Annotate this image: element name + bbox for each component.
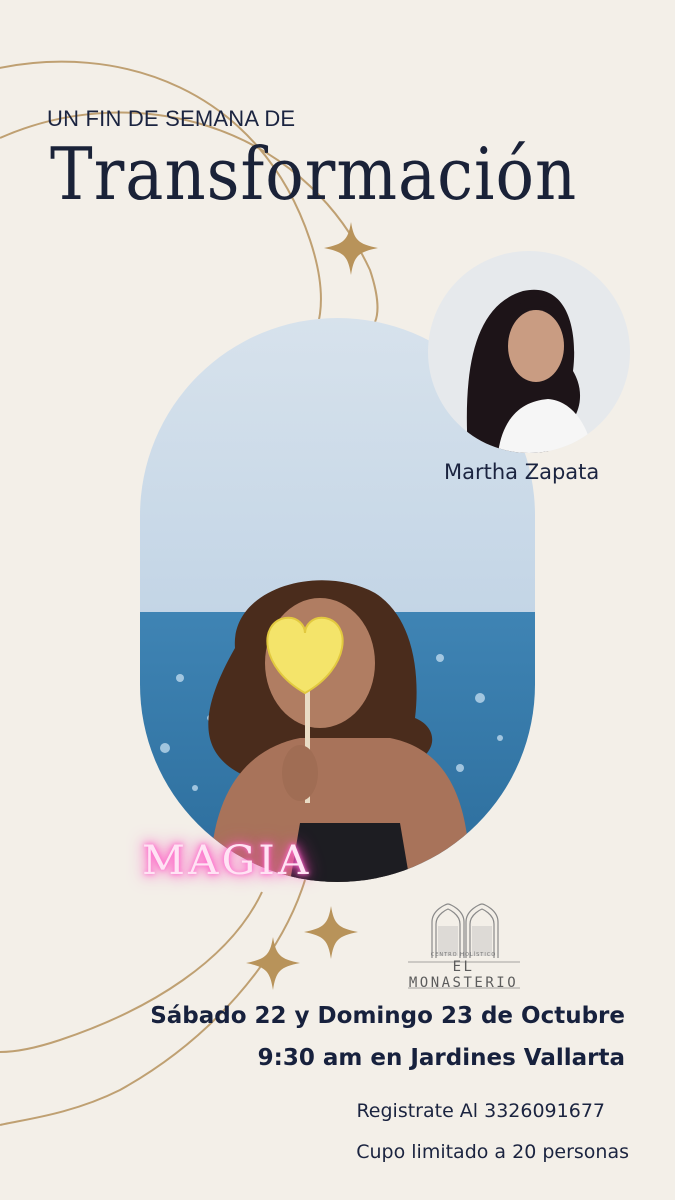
- host-name: Martha Zapata: [444, 460, 600, 484]
- event-title: Transformación: [50, 134, 578, 217]
- logo-tagline: CENTRO HOLÍSTICO: [430, 952, 497, 958]
- host-portrait-illustration: [428, 251, 630, 453]
- host-portrait: [428, 251, 630, 453]
- event-time-place: 9:30 am en Jardines Vallarta: [257, 1045, 625, 1071]
- capacity-info: Cupo limitado a 20 personas: [356, 1141, 629, 1163]
- neon-word: MAGIA: [141, 838, 312, 884]
- logo-name: EL MONASTERIO: [408, 959, 519, 991]
- event-dates: Sábado 22 y Domingo 23 de Octubre: [150, 1003, 625, 1029]
- event-subtitle: UN FIN DE SEMANA DE: [47, 106, 296, 131]
- registration-info: Registrate Al 3326091677: [356, 1100, 605, 1122]
